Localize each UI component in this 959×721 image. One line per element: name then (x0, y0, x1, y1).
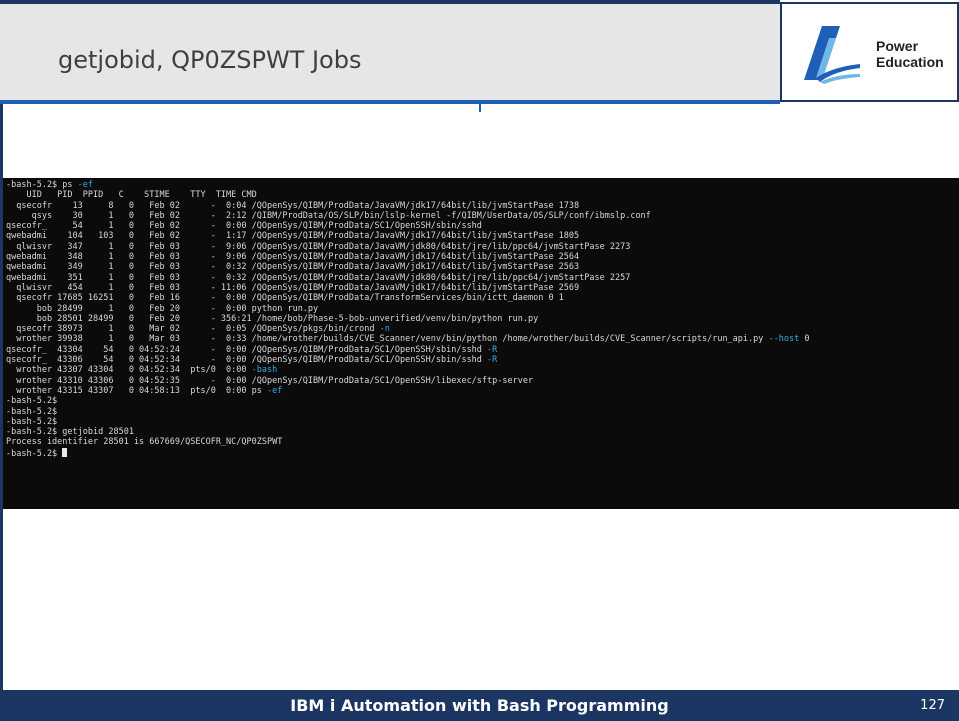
logo-line2: Education (876, 54, 944, 70)
terminal-line: qwebadmi 349 1 0 Feb 03 - 0:32 /QOpenSys… (6, 262, 959, 272)
terminal-line: -bash-5.2$ (6, 447, 959, 459)
terminal-line: qsecofr 17685 16251 0 Feb 16 - 0:00 /QOp… (6, 293, 959, 303)
terminal-flag: -bash (251, 365, 278, 376)
terminal-cursor (62, 447, 68, 457)
terminal-flag: -ef (267, 385, 283, 396)
terminal-flag: -R (487, 344, 498, 355)
terminal-flag: -R (487, 355, 498, 366)
terminal-line: qsys 30 1 0 Feb 02 - 2:12 /QIBM/ProdData… (6, 211, 959, 221)
terminal-line-text: -bash-5.2$ (6, 396, 58, 407)
terminal-line: qwebadmi 104 103 0 Feb 02 - 1:17 /QOpenS… (6, 231, 959, 241)
terminal-line: bob 28501 28499 0 Feb 20 - 356:21 /home/… (6, 314, 959, 324)
terminal-line-text: qsecofr_ 54 1 0 Feb 02 - 0:00 /QOpenSys/… (6, 221, 482, 232)
terminal-line: wrother 39938 1 0 Mar 03 - 0:33 /home/wr… (6, 334, 959, 344)
footer-bar: IBM i Automation with Bash Programming 1… (0, 690, 959, 721)
terminal-line-text: -bash-5.2$ ps (6, 180, 78, 190)
terminal-line: wrother 43315 43307 0 04:58:13 pts/0 0:0… (6, 386, 959, 396)
footer-title: IBM i Automation with Bash Programming (290, 696, 669, 715)
terminal-line-text: qlwisvr 454 1 0 Feb 03 - 11:06 /QOpenSys… (6, 282, 580, 293)
terminal-line: Process identifier 28501 is 667669/QSECO… (6, 437, 959, 447)
terminal-line-text: wrother 43315 43307 0 04:58:13 pts/0 0:0… (6, 385, 267, 396)
terminal-line: wrother 43307 43304 0 04:52:34 pts/0 0:0… (6, 365, 959, 375)
terminal-line-text: wrother 43307 43304 0 04:52:34 pts/0 0:0… (6, 365, 252, 376)
terminal-line: -bash-5.2$ (6, 407, 959, 417)
terminal-line: -bash-5.2$ getjobid 28501 (6, 427, 959, 437)
terminal-line-tail: 0 (799, 334, 810, 345)
title-bar: getjobid, QP0ZSPWT Jobs (0, 0, 780, 102)
terminal-line-text: qsys 30 1 0 Feb 02 - 2:12 /QIBM/ProdData… (6, 210, 651, 221)
terminal-line-text: UID PID PPID C STIME TTY TIME CMD (6, 190, 257, 201)
terminal-screenshot: -bash-5.2$ ps -ef UID PID PPID C STIME T… (3, 178, 959, 509)
title-underline (0, 100, 780, 104)
terminal-flag: -ef (77, 180, 94, 190)
terminal-line: wrother 43310 43306 0 04:52:35 - 0:00 /Q… (6, 376, 959, 386)
logo-text: Power Education (876, 38, 944, 70)
logo-line1: Power (876, 38, 919, 54)
terminal-line-text: qlwisvr 347 1 0 Feb 03 - 9:06 /QOpenSys/… (6, 241, 631, 252)
terminal-line-text: qwebadmi 104 103 0 Feb 02 - 1:17 /QOpenS… (6, 231, 580, 242)
power-education-logo: Power Education (780, 2, 959, 102)
terminal-line: UID PID PPID C STIME TTY TIME CMD (6, 190, 959, 200)
slide: getjobid, QP0ZSPWT Jobs Power Education … (0, 0, 959, 721)
page-number: 127 (920, 698, 945, 713)
terminal-line-text: qsecofr 13 8 0 Feb 02 - 0:04 /QOpenSys/Q… (6, 200, 580, 211)
terminal-line: qsecofr 13 8 0 Feb 02 - 0:04 /QOpenSys/Q… (6, 201, 959, 211)
terminal-line-text: qwebadmi 351 1 0 Feb 03 - 0:32 /QOpenSys… (6, 272, 631, 283)
terminal-line-text: qsecofr 17685 16251 0 Feb 16 - 0:00 /QOp… (6, 293, 564, 304)
terminal-line-text: qwebadmi 349 1 0 Feb 03 - 0:32 /QOpenSys… (6, 262, 580, 273)
terminal-line-text: -bash-5.2$ (6, 448, 63, 459)
terminal-line: qlwisvr 347 1 0 Feb 03 - 9:06 /QOpenSys/… (6, 242, 959, 252)
terminal-line-text: -bash-5.2$ (6, 406, 58, 417)
terminal-line: qsecofr_ 43306 54 0 04:52:34 - 0:00 /QOp… (6, 355, 959, 365)
terminal-line-text: qsecofr_ 43304 54 0 04:52:24 - 0:00 /QOp… (6, 344, 488, 355)
terminal-line-text: qsecofr_ 43306 54 0 04:52:34 - 0:00 /QOp… (6, 355, 488, 366)
terminal-line: qsecofr 38973 1 0 Mar 02 - 0:05 /QOpenSy… (6, 324, 959, 334)
terminal-line: qsecofr_ 43304 54 0 04:52:24 - 0:00 /QOp… (6, 345, 959, 355)
terminal-line: -bash-5.2$ ps -ef (6, 180, 959, 190)
terminal-flag: -n (379, 324, 390, 335)
terminal-line-text: bob 28501 28499 0 Feb 20 - 356:21 /home/… (6, 313, 539, 324)
terminal-line: qwebadmi 351 1 0 Feb 03 - 0:32 /QOpenSys… (6, 273, 959, 283)
terminal-line: bob 28499 1 0 Feb 20 - 0:00 python run.p… (6, 304, 959, 314)
terminal-line-text: wrother 43310 43306 0 04:52:35 - 0:00 /Q… (6, 375, 534, 386)
terminal-line: qlwisvr 454 1 0 Feb 03 - 11:06 /QOpenSys… (6, 283, 959, 293)
terminal-line-text: -bash-5.2$ (6, 416, 58, 427)
logo-mark-icon (804, 26, 860, 84)
terminal-line: qsecofr_ 54 1 0 Feb 02 - 0:00 /QOpenSys/… (6, 221, 959, 231)
terminal-line-text: qwebadmi 348 1 0 Feb 03 - 9:06 /QOpenSys… (6, 252, 580, 263)
terminal-line-text: qsecofr 38973 1 0 Mar 02 - 0:05 /QOpenSy… (6, 324, 380, 335)
terminal-line-text: Process identifier 28501 is 667669/QSECO… (6, 437, 283, 448)
terminal-line-text: wrother 39938 1 0 Mar 03 - 0:33 /home/wr… (6, 334, 769, 345)
terminal-line-text: bob 28499 1 0 Feb 20 - 0:00 python run.p… (6, 303, 319, 314)
terminal-line: -bash-5.2$ (6, 396, 959, 406)
slide-title: getjobid, QP0ZSPWT Jobs (58, 46, 362, 74)
terminal-line: -bash-5.2$ (6, 417, 959, 427)
terminal-flag: --host (768, 334, 800, 345)
title-underline-tick (479, 104, 481, 112)
terminal-line-text: -bash-5.2$ getjobid 28501 (6, 427, 134, 438)
terminal-line: qwebadmi 348 1 0 Feb 03 - 9:06 /QOpenSys… (6, 252, 959, 262)
